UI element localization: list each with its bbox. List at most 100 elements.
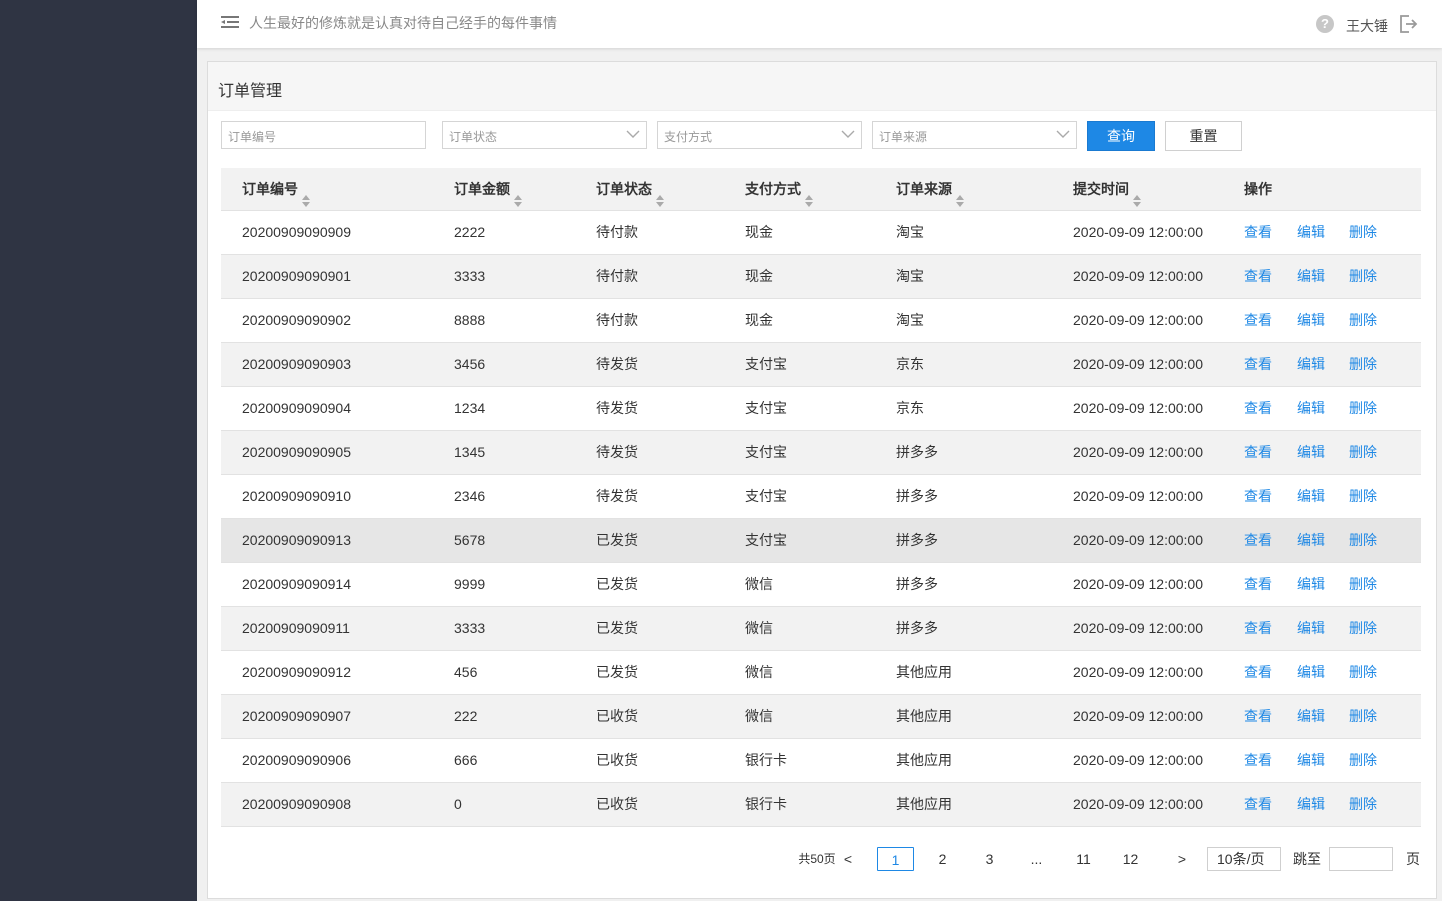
delete-link[interactable]: 删除 — [1349, 651, 1377, 694]
column-header[interactable]: 订单来源 — [896, 168, 965, 210]
view-link[interactable]: 查看 — [1244, 739, 1272, 782]
status-cell: 已收货 — [596, 708, 638, 724]
page-suffix-label: 页 — [1406, 851, 1420, 867]
page-ellipsis[interactable]: ... — [1018, 847, 1055, 871]
amount-cell: 8888 — [454, 312, 486, 328]
username[interactable]: 王大锤 — [1346, 16, 1388, 36]
view-link[interactable]: 查看 — [1244, 299, 1272, 342]
edit-link[interactable]: 编辑 — [1297, 783, 1325, 826]
view-link[interactable]: 查看 — [1244, 651, 1272, 694]
edit-link[interactable]: 编辑 — [1297, 431, 1325, 474]
edit-link[interactable]: 编辑 — [1297, 475, 1325, 518]
page-11-button[interactable]: 11 — [1065, 847, 1102, 871]
sort-icon[interactable] — [655, 182, 665, 208]
page-1-button[interactable]: 1 — [877, 847, 914, 871]
status-cell: 已收货 — [596, 752, 638, 768]
edit-link[interactable]: 编辑 — [1297, 651, 1325, 694]
edit-link[interactable]: 编辑 — [1297, 695, 1325, 738]
delete-link[interactable]: 删除 — [1349, 607, 1377, 650]
chevron-down-icon — [841, 130, 855, 138]
prev-page-button[interactable]: < — [840, 847, 856, 871]
view-link[interactable]: 查看 — [1244, 607, 1272, 650]
order-number-input[interactable]: 订单编号 — [221, 121, 426, 149]
view-link[interactable]: 查看 — [1244, 431, 1272, 474]
payment-cell: 支付宝 — [745, 356, 787, 372]
order-management-panel: 订单管理 订单编号 订单状态 支付方式 订单来源 查询 重置 订单编号 订单金额订… — [207, 61, 1437, 899]
table-row: 20200909090911 3333 已发货 微信 拼多多 2020-09-09 12:… — [221, 607, 1421, 651]
edit-link[interactable]: 编辑 — [1297, 519, 1325, 562]
view-link[interactable]: 查看 — [1244, 519, 1272, 562]
edit-link[interactable]: 编辑 — [1297, 563, 1325, 606]
delete-link[interactable]: 删除 — [1349, 211, 1377, 254]
column-header[interactable]: 订单状态 — [596, 168, 665, 210]
page-size-value: 10条/页 — [1217, 851, 1265, 867]
help-icon[interactable]: ? — [1316, 15, 1334, 33]
view-link[interactable]: 查看 — [1244, 211, 1272, 254]
submit-time-cell: 2020-09-09 12:00:00 — [1073, 224, 1203, 240]
edit-link[interactable]: 编辑 — [1297, 299, 1325, 342]
view-link[interactable]: 查看 — [1244, 695, 1272, 738]
menu-fold-icon[interactable] — [219, 12, 241, 32]
edit-link[interactable]: 编辑 — [1297, 607, 1325, 650]
reset-button[interactable]: 重置 — [1165, 121, 1242, 151]
column-header-label: 订单编号 — [242, 181, 298, 197]
page-size-select[interactable]: 10条/页 — [1207, 847, 1281, 871]
sort-icon[interactable] — [301, 182, 311, 208]
amount-cell: 456 — [454, 664, 478, 680]
delete-link[interactable]: 删除 — [1349, 431, 1377, 474]
view-link[interactable]: 查看 — [1244, 563, 1272, 606]
order-source-select[interactable]: 订单来源 — [872, 121, 1077, 149]
top-bar: 人生最好的修炼就是认真对待自己经手的每件事情 ? 王大锤 — [197, 0, 1442, 48]
payment-method-select[interactable]: 支付方式 — [657, 121, 862, 149]
sort-icon[interactable] — [955, 182, 965, 208]
delete-link[interactable]: 删除 — [1349, 563, 1377, 606]
delete-link[interactable]: 删除 — [1349, 783, 1377, 826]
sort-icon[interactable] — [1132, 182, 1142, 208]
page-3-button[interactable]: 3 — [971, 847, 1008, 871]
column-header[interactable]: 提交时间 — [1073, 168, 1142, 210]
submit-time-cell: 2020-09-09 12:00:00 — [1073, 532, 1203, 548]
query-button[interactable]: 查询 — [1087, 121, 1155, 151]
view-link[interactable]: 查看 — [1244, 387, 1272, 430]
status-cell: 待付款 — [596, 268, 638, 284]
order-number-cell: 20200909090909 — [242, 224, 352, 240]
order-number-cell: 20200909090903 — [242, 356, 352, 372]
submit-time-cell: 2020-09-09 12:00:00 — [1073, 400, 1203, 416]
delete-link[interactable]: 删除 — [1349, 475, 1377, 518]
view-link[interactable]: 查看 — [1244, 783, 1272, 826]
page-2-button[interactable]: 2 — [924, 847, 961, 871]
delete-link[interactable]: 删除 — [1349, 739, 1377, 782]
jump-page-input[interactable] — [1329, 847, 1393, 871]
delete-link[interactable]: 删除 — [1349, 387, 1377, 430]
amount-cell: 0 — [454, 796, 462, 812]
column-header[interactable]: 订单金额 — [454, 168, 523, 210]
next-page-button[interactable]: > — [1166, 847, 1198, 871]
table-row: 20200909090914 9999 已发货 微信 拼多多 2020-09-09 12:… — [221, 563, 1421, 607]
order-number-cell: 20200909090906 — [242, 752, 352, 768]
amount-cell: 222 — [454, 708, 478, 724]
delete-link[interactable]: 删除 — [1349, 343, 1377, 386]
edit-link[interactable]: 编辑 — [1297, 343, 1325, 386]
delete-link[interactable]: 删除 — [1349, 519, 1377, 562]
view-link[interactable]: 查看 — [1244, 343, 1272, 386]
submit-time-cell: 2020-09-09 12:00:00 — [1073, 488, 1203, 504]
sort-icon[interactable] — [513, 182, 523, 208]
column-header[interactable]: 订单编号 — [242, 168, 311, 210]
column-header[interactable]: 支付方式 — [745, 168, 814, 210]
sort-icon[interactable] — [804, 182, 814, 208]
logout-icon[interactable] — [1397, 13, 1419, 35]
delete-link[interactable]: 删除 — [1349, 695, 1377, 738]
delete-link[interactable]: 删除 — [1349, 299, 1377, 342]
view-link[interactable]: 查看 — [1244, 255, 1272, 298]
submit-time-cell: 2020-09-09 12:00:00 — [1073, 620, 1203, 636]
status-cell: 已发货 — [596, 532, 638, 548]
edit-link[interactable]: 编辑 — [1297, 387, 1325, 430]
page-12-button[interactable]: 12 — [1112, 847, 1149, 871]
edit-link[interactable]: 编辑 — [1297, 255, 1325, 298]
edit-link[interactable]: 编辑 — [1297, 739, 1325, 782]
payment-cell: 微信 — [745, 576, 773, 592]
delete-link[interactable]: 删除 — [1349, 255, 1377, 298]
edit-link[interactable]: 编辑 — [1297, 211, 1325, 254]
order-status-select[interactable]: 订单状态 — [442, 121, 647, 149]
view-link[interactable]: 查看 — [1244, 475, 1272, 518]
